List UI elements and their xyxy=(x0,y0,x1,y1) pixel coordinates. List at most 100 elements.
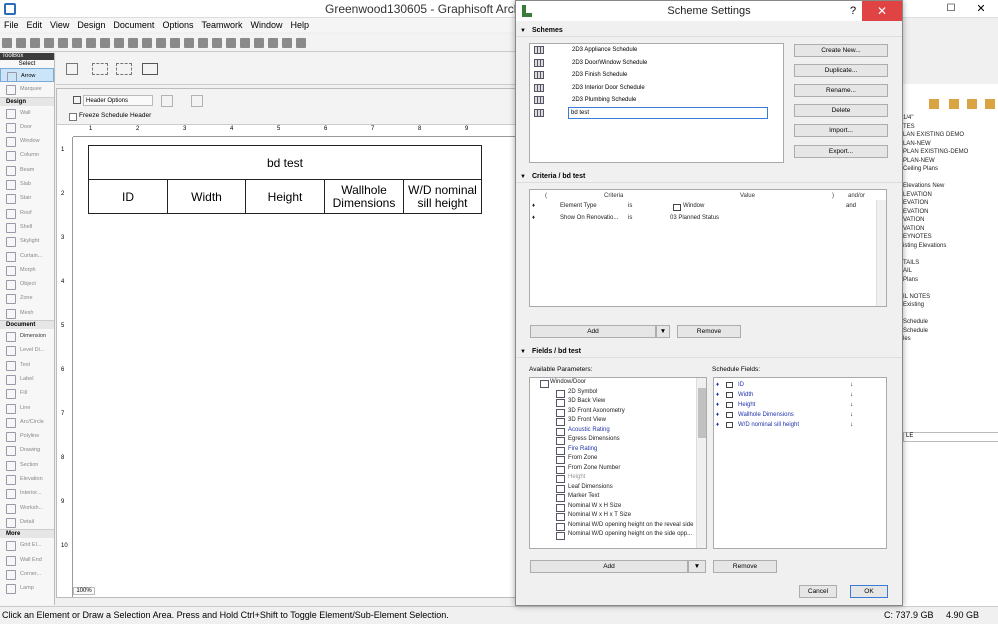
navigator-item[interactable]: TAILS xyxy=(903,259,998,268)
cut-icon[interactable] xyxy=(58,38,68,48)
tool-arrow[interactable]: Arrow xyxy=(0,68,54,83)
navigator-item[interactable]: EYNOTES xyxy=(903,233,998,242)
navigator-item[interactable]: Existing xyxy=(903,301,998,310)
criteria-row-1-criteria[interactable]: Element Type xyxy=(560,203,597,209)
column-header-wallhole[interactable]: Wallhole Dimensions xyxy=(324,179,404,214)
tool-wall-end[interactable]: Wall End xyxy=(0,553,54,567)
header-options-icon[interactable] xyxy=(73,96,81,104)
sort-arrow-icon[interactable]: ↓ xyxy=(850,390,853,400)
pick-icon[interactable] xyxy=(128,38,138,48)
navigator-item[interactable]: Plans xyxy=(903,276,998,285)
parameter-item[interactable]: Egress Dimensions xyxy=(530,435,706,445)
guide-icon[interactable] xyxy=(198,38,208,48)
column-header-sill-height[interactable]: W/D nominal sill height xyxy=(403,179,482,214)
navigator-item[interactable]: TES xyxy=(903,123,998,132)
tool-arc-circle[interactable]: Arc/Circle xyxy=(0,415,54,429)
tool-door[interactable]: Door xyxy=(0,120,54,134)
layout-book-icon[interactable] xyxy=(967,99,977,109)
tool-line[interactable]: Line xyxy=(0,401,54,415)
tool-elevation[interactable]: Elevation xyxy=(0,472,54,486)
schemes-section-header[interactable]: Schemes xyxy=(516,25,902,37)
tool-window[interactable]: Window xyxy=(0,134,54,148)
tool-detail[interactable]: Detail xyxy=(0,515,54,529)
rotated-rect-icon[interactable] xyxy=(142,63,158,75)
scheme-row[interactable]: 2D3 Plumbing Schedule xyxy=(530,94,783,107)
menu-help[interactable]: Help xyxy=(287,18,314,32)
duplicate-button[interactable]: Duplicate... xyxy=(794,64,888,77)
parameter-item[interactable]: Acoustic Rating xyxy=(530,426,706,435)
criteria-remove-button[interactable]: Remove xyxy=(677,325,741,338)
parameter-item[interactable]: Leaf Dimensions xyxy=(530,483,706,492)
scheme-row[interactable]: 2D3 Interior Door Schedule xyxy=(530,82,783,95)
fields-remove-button[interactable]: Remove xyxy=(713,560,777,573)
close-icon[interactable]: ✕ xyxy=(966,1,996,17)
tool-polyline[interactable]: Polyline xyxy=(0,429,54,443)
parameter-item[interactable]: From Zone Number xyxy=(530,464,706,473)
menu-file[interactable]: File xyxy=(0,18,23,32)
fields-section-header[interactable]: Fields / bd test xyxy=(516,346,902,358)
sort-arrow-icon[interactable]: ↓ xyxy=(850,380,853,390)
menu-document[interactable]: Document xyxy=(109,18,158,32)
layers-icon[interactable] xyxy=(170,38,180,48)
grid-icon[interactable] xyxy=(212,38,222,48)
criteria-section-header[interactable]: Criteria / bd test xyxy=(516,171,902,183)
snap-icon[interactable] xyxy=(184,38,194,48)
undo-icon[interactable] xyxy=(100,38,110,48)
tool-zone[interactable]: Zone xyxy=(0,291,54,305)
column-header-height[interactable]: Height xyxy=(245,179,325,214)
navigator-item[interactable] xyxy=(903,174,998,183)
parameter-item[interactable]: 2D Symbol xyxy=(530,388,706,397)
tool-curtain[interactable]: Curtain... xyxy=(0,249,54,263)
schedule-field-row[interactable]: ♦ W/D nominal sill height ↓ xyxy=(714,420,886,430)
tool-interior[interactable]: Interior... xyxy=(0,486,54,500)
header-options-dropdown[interactable]: Header Options xyxy=(83,95,153,106)
print-icon[interactable] xyxy=(44,38,54,48)
schedule-field-row[interactable]: ♦ Height ↓ xyxy=(714,400,886,410)
field-marker-icon[interactable]: ♦ xyxy=(716,380,719,390)
parameter-item[interactable]: Fire Rating xyxy=(530,445,706,454)
parameter-item[interactable]: Height xyxy=(530,473,706,483)
scheme-row[interactable]: 2D3 Door/Window Schedule xyxy=(530,57,783,70)
criteria-row-2-criteria[interactable]: Show On Renovatio... xyxy=(560,215,618,221)
tool-drawing[interactable]: Drawing xyxy=(0,443,54,457)
navigator-item[interactable]: PLAN EXISTING-DEMO xyxy=(903,148,998,157)
tool-roof[interactable]: Roof xyxy=(0,206,54,220)
navigator-item[interactable]: EVATION xyxy=(903,199,998,208)
export-button[interactable]: Export... xyxy=(794,145,888,158)
parameter-item[interactable]: Nominal W x H Size xyxy=(530,502,706,511)
dialog-close-button[interactable]: ✕ xyxy=(862,1,902,21)
navigator-item[interactable]: EVATION xyxy=(903,208,998,217)
navigator-item[interactable]: Schedule xyxy=(903,327,998,336)
tool-mesh[interactable]: Mesh xyxy=(0,306,54,320)
tool-worksh[interactable]: Worksh... xyxy=(0,501,54,515)
import-button[interactable]: Import... xyxy=(794,124,888,137)
menu-view[interactable]: View xyxy=(46,18,73,32)
fields-add-button[interactable]: Add xyxy=(530,560,688,573)
tool-text[interactable]: Text xyxy=(0,358,54,372)
criteria-row-1-value[interactable]: Window xyxy=(683,203,704,209)
schedule-field-row[interactable]: ♦ ID ↓ xyxy=(714,380,886,390)
distribute-icon[interactable] xyxy=(240,38,250,48)
available-scrollbar[interactable] xyxy=(696,378,706,548)
paste-icon[interactable] xyxy=(86,38,96,48)
tool-lamp[interactable]: Lamp xyxy=(0,581,54,595)
tool-marquee[interactable]: Marquee xyxy=(0,82,54,96)
tool-shell[interactable]: Shell xyxy=(0,220,54,234)
view-map-icon[interactable] xyxy=(949,99,959,109)
navigator-item[interactable]: Elevations New xyxy=(903,182,998,191)
parameter-item[interactable]: Nominal W x H x T Size xyxy=(530,511,706,521)
criteria-row-2-marker[interactable]: ♦ xyxy=(532,215,535,221)
redo-icon[interactable] xyxy=(114,38,124,48)
parameter-item[interactable]: 3D Front Axonometry xyxy=(530,407,706,416)
tree-root-window-door[interactable]: Window/Door xyxy=(530,378,706,388)
schedule-field-row[interactable]: ♦ Width ↓ xyxy=(714,390,886,400)
navigator-item[interactable]: Schedule xyxy=(903,318,998,327)
tool-beam[interactable]: Beam xyxy=(0,163,54,177)
tool-corner[interactable]: Corner... xyxy=(0,567,54,581)
selection-method-icon[interactable] xyxy=(92,63,108,75)
copy-icon[interactable] xyxy=(72,38,82,48)
navigator-item[interactable]: isting Elevations xyxy=(903,242,998,251)
tool-slab[interactable]: Slab xyxy=(0,177,54,191)
tool-morph[interactable]: Morph xyxy=(0,263,54,277)
measure-icon[interactable] xyxy=(268,38,278,48)
